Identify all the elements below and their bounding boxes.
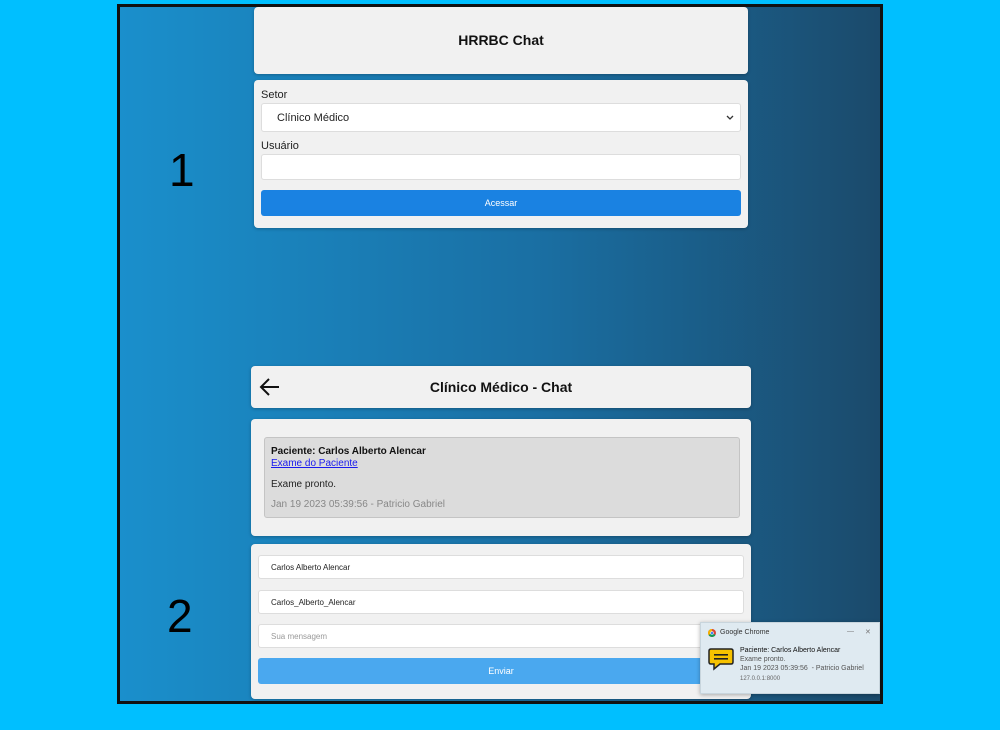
- message-meta: Jan 19 2023 05:39:56 - Patricio Gabriel: [271, 499, 445, 510]
- send-form: Carlos Alberto Alencar Carlos_Alberto_Al…: [251, 544, 751, 699]
- login-form: Setor Clínico Médico Usuário Acessar: [254, 80, 748, 228]
- chevron-down-icon: [726, 115, 734, 120]
- notification-line1: Exame pronto.: [740, 656, 786, 663]
- setor-selected-value: Clínico Médico: [277, 111, 350, 124]
- message-text: Exame pronto.: [271, 479, 337, 490]
- acessar-button[interactable]: Acessar: [261, 190, 741, 216]
- chat-title: Clínico Médico - Chat: [429, 379, 573, 395]
- setor-select[interactable]: Clínico Médico: [261, 103, 741, 132]
- chat-header: Clínico Médico - Chat: [251, 366, 751, 408]
- notification-app-name: Google Chrome: [720, 629, 770, 636]
- chrome-notification[interactable]: Google Chrome — ✕ Paciente: Carlos Alber…: [700, 622, 880, 694]
- messages-panel: Paciente: Carlos Alberto Alencar Exame d…: [251, 419, 751, 536]
- enviar-button[interactable]: Enviar: [258, 658, 744, 684]
- message-input[interactable]: Sua mensagem: [258, 624, 744, 648]
- speech-bubble-icon: [708, 648, 734, 671]
- patient-name-input[interactable]: Carlos Alberto Alencar: [258, 555, 744, 579]
- setor-label: Setor: [261, 89, 288, 101]
- step-number-1: 1: [169, 144, 195, 196]
- minimize-icon[interactable]: —: [847, 628, 854, 635]
- app-title: HRRBC Chat: [458, 32, 544, 48]
- notification-origin: 127.0.0.1:8000: [740, 676, 781, 682]
- close-icon[interactable]: ✕: [865, 628, 871, 636]
- usuario-label: Usuário: [261, 140, 299, 152]
- usuario-input[interactable]: [261, 154, 741, 180]
- notification-title: Paciente: Carlos Alberto Alencar: [740, 647, 841, 654]
- patient-id-input[interactable]: Carlos_Alberto_Alencar: [258, 590, 744, 614]
- message-bubble: Paciente: Carlos Alberto Alencar Exame d…: [264, 437, 740, 518]
- screenshot-frame: 1 2 HRRBC Chat Setor Clínico Médico Usuá…: [117, 4, 883, 704]
- login-header: HRRBC Chat: [254, 7, 748, 74]
- message-patient: Paciente: Carlos Alberto Alencar: [271, 446, 426, 457]
- chrome-icon: [708, 629, 716, 637]
- exam-link[interactable]: Exame do Paciente: [271, 458, 358, 469]
- notification-line2: Jan 19 2023 05:39:56 - Patricio Gabriel: [740, 665, 864, 672]
- step-number-2: 2: [167, 590, 193, 642]
